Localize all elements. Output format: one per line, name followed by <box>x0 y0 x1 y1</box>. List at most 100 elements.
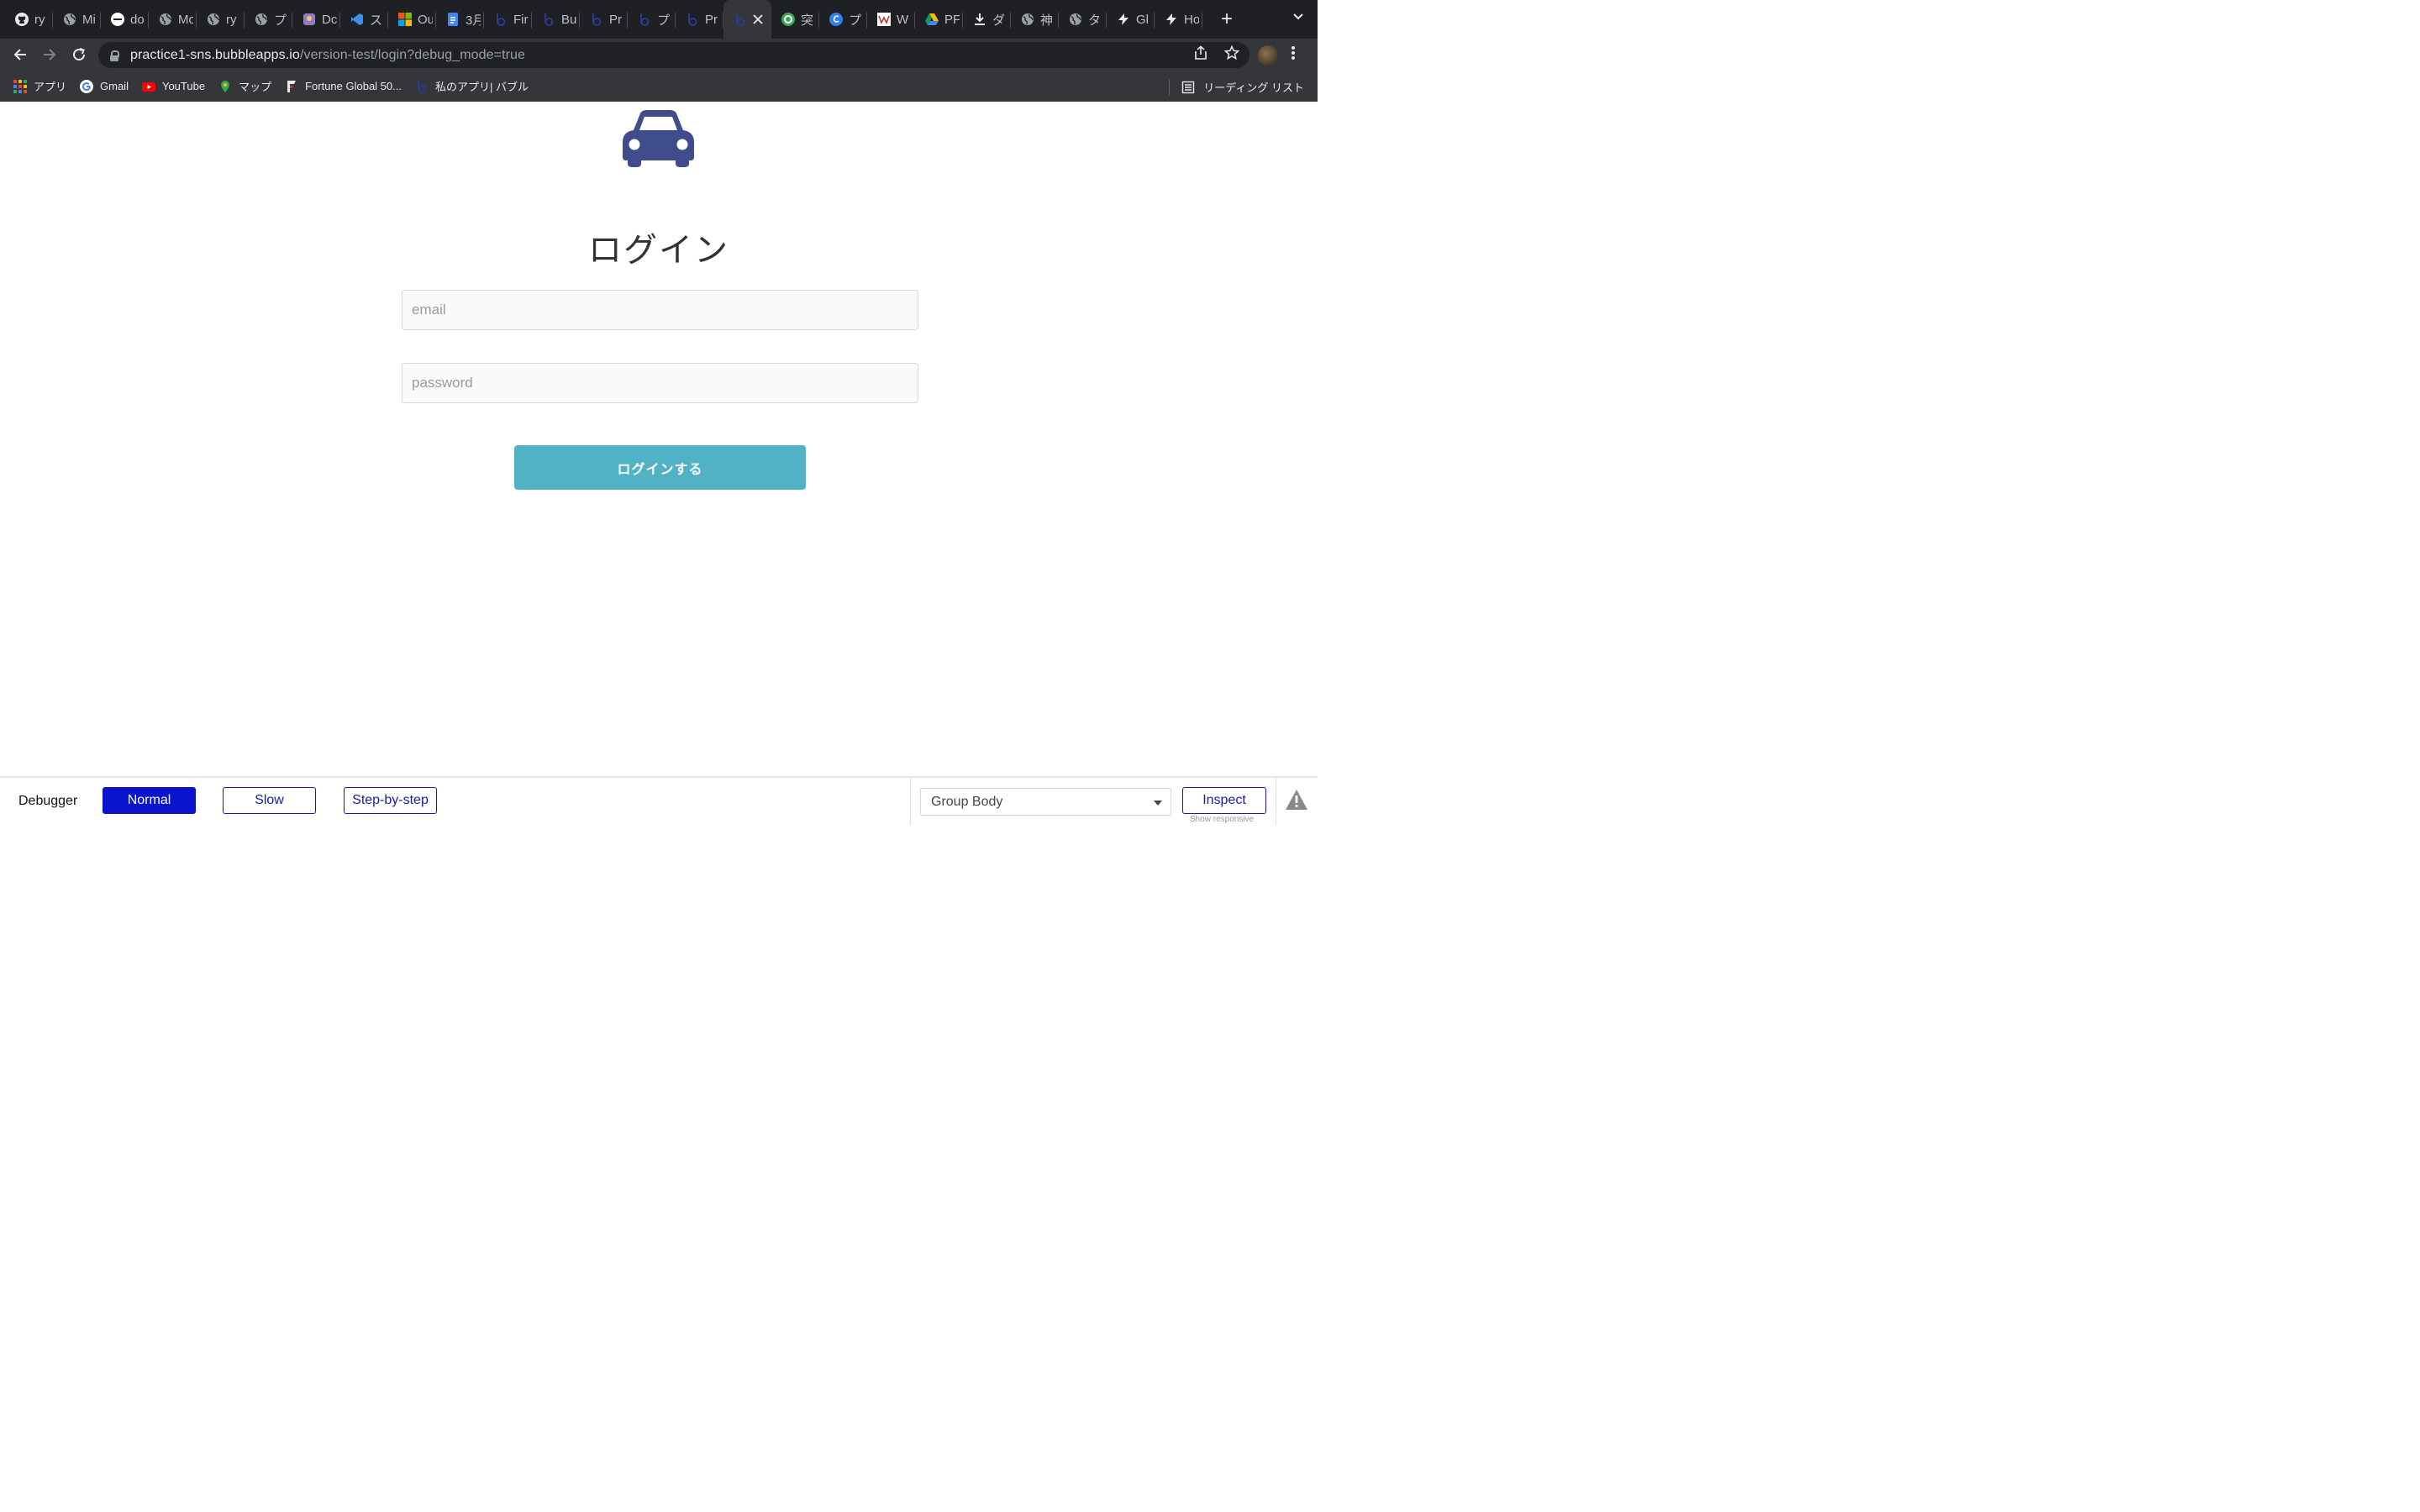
warning-icon[interactable] <box>1285 789 1308 815</box>
more-menu-icon[interactable] <box>1291 45 1296 66</box>
bubble-icon <box>734 13 747 26</box>
globe-icon <box>1021 13 1034 26</box>
bookmark-star-icon[interactable] <box>1223 45 1240 65</box>
tab-title: ry <box>34 12 45 27</box>
password-field[interactable] <box>402 363 918 403</box>
profile-avatar[interactable] <box>1258 45 1278 66</box>
bookmark-label: マップ <box>239 81 272 93</box>
divider <box>910 778 911 825</box>
bubble-icon <box>686 13 699 26</box>
google-icon <box>80 79 94 93</box>
debugger-label: Debugger <box>18 794 78 808</box>
lock-icon[interactable] <box>110 50 119 61</box>
tab-title: タ <box>1088 13 1102 28</box>
inspect-button[interactable]: Inspect <box>1182 787 1266 814</box>
bookmark-item[interactable]: 私のアプリ| バブル <box>415 78 529 94</box>
youtube-icon <box>141 80 155 93</box>
show-responsive-link[interactable]: Show responsive <box>1190 815 1254 824</box>
back-arrow-icon[interactable] <box>9 44 31 66</box>
apps-grid-icon <box>13 79 27 93</box>
browser-tab[interactable]: 突 <box>771 0 819 39</box>
browser-tab[interactable]: Gl <box>1107 0 1155 39</box>
browser-tab[interactable]: ス <box>340 0 388 39</box>
browser-tab[interactable]: プ <box>245 0 292 39</box>
car-icon <box>622 110 695 171</box>
tab-list: ry Mi do Mo ry プ Dc ス Ou 3月 Fir Bu Pr プ Pr 突 プ W PF ダ 神 タ Gl Ho <box>5 0 1202 39</box>
google-docs-icon <box>446 13 460 26</box>
browser-tab[interactable]: プ <box>628 0 676 39</box>
maps-pin-icon <box>218 80 232 93</box>
globe-icon <box>1069 13 1082 26</box>
new-tab-button[interactable]: + <box>1214 8 1239 31</box>
browser-tab[interactable]: Mo <box>149 0 197 39</box>
browser-tab[interactable]: ry <box>5 0 53 39</box>
mode-normal-button[interactable]: Normal <box>103 787 196 814</box>
browser-tab-strip: ry Mi do Mo ry プ Dc ス Ou 3月 Fir Bu Pr プ Pr 突 プ W PF ダ 神 タ Gl Ho… <box>0 0 1318 39</box>
browser-tab[interactable]: Bu <box>532 0 580 39</box>
browser-tab[interactable]: Ou <box>388 0 436 39</box>
browser-tab[interactable]: Ho <box>1155 0 1202 39</box>
w-icon <box>877 13 891 26</box>
tab-title: 突 <box>801 13 814 28</box>
browser-tab[interactable]: do <box>101 0 149 39</box>
reading-list-icon <box>1181 81 1195 94</box>
bolt-icon <box>1165 13 1178 26</box>
bookmark-item[interactable]: YouTube <box>141 80 206 93</box>
tab-title: W <box>897 12 909 27</box>
browser-tab[interactable]: ダ <box>963 0 1011 39</box>
bookmark-item[interactable]: Gmail <box>80 79 129 93</box>
tab-search-chevron-icon[interactable] <box>1292 10 1304 24</box>
browser-tab[interactable]: Dc <box>292 0 340 39</box>
mode-slow-button[interactable]: Slow <box>223 787 316 814</box>
browser-tab[interactable]: Fir <box>484 0 532 39</box>
globe-icon <box>159 13 172 26</box>
browser-tab[interactable]: Mi <box>53 0 101 39</box>
login-button[interactable]: ログインする <box>514 445 806 490</box>
dropdown-caret-icon <box>1154 801 1162 806</box>
reload-icon[interactable] <box>68 44 90 66</box>
fortune-icon <box>285 80 298 93</box>
forward-arrow-icon[interactable] <box>39 44 60 66</box>
mode-step-by-step-button[interactable]: Step-by-step <box>344 787 437 814</box>
tab-close-icon[interactable] <box>753 11 763 29</box>
tab-title: Ho <box>1184 12 1199 27</box>
tab-title: Mo <box>178 12 193 27</box>
doc-app-icon <box>302 13 316 26</box>
bookmark-label: YouTube <box>161 80 206 92</box>
bookmark-label: Fortune Global 50... <box>305 80 402 92</box>
browser-tab[interactable]: プ <box>819 0 867 39</box>
tab-title: Fir <box>513 12 529 27</box>
browser-tab[interactable]: ry <box>197 0 245 39</box>
browser-tab[interactable]: PF <box>915 0 963 39</box>
email-field[interactable] <box>402 290 918 330</box>
url-text[interactable]: practice1-sns.bubbleapps.io/version-test… <box>130 48 525 63</box>
element-select-dropdown[interactable]: Group Body <box>920 788 1171 816</box>
bubble-icon <box>415 80 429 93</box>
browser-tab[interactable]: 3月 <box>436 0 484 39</box>
browser-tab[interactable]: W <box>867 0 915 39</box>
bookmark-item[interactable]: Fortune Global 50... <box>285 80 402 93</box>
bookmark-item[interactable]: アプリ <box>13 78 66 94</box>
browser-tab[interactable]: Pr <box>676 0 723 39</box>
tab-title: Pr <box>705 12 718 27</box>
reading-list-button[interactable]: リーディング リスト <box>1169 79 1304 95</box>
address-bar[interactable]: practice1-sns.bubbleapps.io/version-test… <box>98 42 1249 68</box>
tab-title: Pr <box>609 12 622 27</box>
tab-title: Bu <box>561 12 576 27</box>
browser-toolbar: practice1-sns.bubbleapps.io/version-test… <box>0 39 1318 71</box>
tab-title: 3月 <box>466 13 481 28</box>
browser-tab-active[interactable] <box>723 0 771 39</box>
google-drive-icon <box>925 13 939 26</box>
browser-tab[interactable]: Pr <box>580 0 628 39</box>
tab-title: Dc <box>322 12 337 27</box>
bookmark-item[interactable]: マップ <box>218 78 271 94</box>
tab-title: PF <box>944 12 960 27</box>
globe-icon <box>255 13 268 26</box>
browser-tab[interactable]: タ <box>1059 0 1107 39</box>
browser-tab[interactable]: 神 <box>1011 0 1059 39</box>
login-page: ログイン ログインする <box>0 102 1318 776</box>
green-q-icon <box>781 13 795 26</box>
reading-list-label: リーディング リスト <box>1203 81 1304 94</box>
share-icon[interactable] <box>1194 45 1207 65</box>
tab-title: Gl <box>1136 12 1149 27</box>
